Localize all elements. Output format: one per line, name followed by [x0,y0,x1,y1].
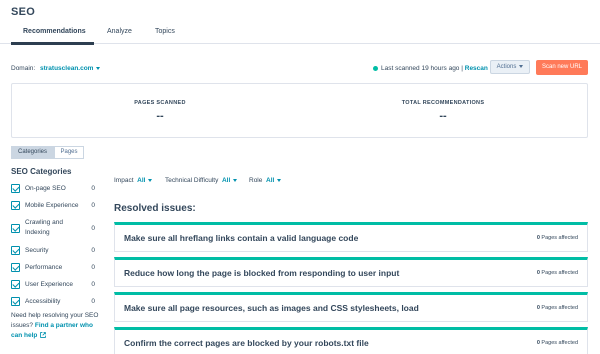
difficulty-value: All [221,177,231,184]
domain-dropdown[interactable]: stratusclean.com [40,65,101,72]
tab-recommendations[interactable]: Recommendations [23,28,86,35]
impact-filter[interactable]: Impact All [114,177,153,184]
categories-heading: SEO Categories [11,167,72,176]
resolved-issues-heading: Resolved issues: [114,203,196,214]
category-label: User Experience [25,281,74,288]
issue-suffix: Pages affected [541,270,578,276]
chevron-down-icon [277,178,282,182]
issue-card[interactable]: Reduce how long the page is blocked from… [114,257,588,287]
checkbox-checked[interactable] [11,201,20,210]
categories-toggle-button[interactable]: Categories [11,146,54,159]
help-text: Need help resolving your SEO issues? Fin… [11,311,103,341]
issue-card[interactable]: Make sure all hreflang links contain a v… [114,222,588,252]
last-scanned-text: Last scanned 19 hours ago [381,65,460,72]
category-count: 0 [91,202,95,209]
category-accessibility[interactable]: Accessibility 0 [11,297,95,307]
category-performance[interactable]: Performance 0 [11,263,95,273]
role-filter[interactable]: Role All [249,177,282,184]
category-label: Crawling and Indexing [25,219,63,236]
external-link-icon [40,332,47,338]
pages-affected: 0 Pages affected [537,235,578,241]
domain-value: stratusclean.com [40,65,94,72]
issue-card[interactable]: Make sure all page resources, such as im… [114,292,588,322]
scan-new-url-button[interactable]: Scan new URL [536,60,588,75]
total-recommendations-value: -- [439,110,447,122]
tab-analyze[interactable]: Analyze [107,28,132,35]
issue-count: 0 [536,305,540,311]
impact-value: All [137,177,146,184]
tab-topics[interactable]: Topics [155,28,175,35]
role-value: All [266,177,275,184]
category-count: 0 [91,247,95,254]
issue-count: 0 [536,340,540,346]
pages-affected: 0 Pages affected [537,270,578,276]
category-user-experience[interactable]: User Experience 0 [11,280,95,290]
checkbox-checked[interactable] [11,184,20,193]
impact-label: Impact [114,177,134,184]
issue-title: Reduce how long the page is blocked from… [124,268,400,278]
domain-label: Domain: [11,65,36,72]
issue-suffix: Pages affected [541,235,578,241]
category-label: Security [25,247,49,254]
category-count: 0 [91,185,95,192]
category-on-page-seo[interactable]: On-page SEO 0 [11,184,95,194]
checkbox-checked[interactable] [11,246,20,255]
checkbox-checked[interactable] [11,297,20,306]
total-recommendations-label: TOTAL RECOMMENDATIONS [401,100,485,106]
chevron-down-icon [96,66,101,70]
category-label: Performance [25,264,63,271]
stats-card: PAGES SCANNED -- TOTAL RECOMMENDATIONS -… [11,83,588,138]
checkbox-checked[interactable] [11,224,20,233]
category-label: Mobile Experience [25,202,79,209]
issue-suffix: Pages affected [541,340,578,346]
pages-toggle-button[interactable]: Pages [54,146,84,159]
chevron-down-icon [148,178,153,182]
difficulty-label: Technical Difficulty [165,177,219,184]
pages-scanned-value: -- [156,110,164,122]
active-tab-indicator [11,42,94,45]
issue-count: 0 [536,270,540,276]
tab-bar: Recommendations Analyze Topics [0,23,600,45]
actions-button[interactable]: Actions [490,60,530,74]
category-count: 0 [91,298,95,305]
pages-scanned-label: PAGES SCANNED [134,100,186,106]
category-label: On-page SEO [25,185,66,192]
scan-status: Last scanned 19 hours ago | Rescan now [381,65,503,72]
technical-difficulty-filter[interactable]: Technical Difficulty All [165,177,238,184]
checkbox-checked[interactable] [11,263,20,272]
category-count: 0 [91,281,95,288]
category-count: 0 [91,225,95,232]
pages-affected: 0 Pages affected [537,305,578,311]
category-security[interactable]: Security 0 [11,246,95,256]
chevron-down-icon [519,64,524,68]
domain-row: Domain: stratusclean.com Last scanned 19… [11,60,588,76]
chevron-down-icon [233,178,238,182]
category-count: 0 [91,264,95,271]
issue-title: Make sure all hreflang links contain a v… [124,233,359,243]
issue-title: Confirm the correct pages are blocked by… [124,338,369,348]
actions-label: Actions [496,64,517,70]
issue-suffix: Pages affected [541,305,578,311]
checkbox-checked[interactable] [11,280,20,289]
role-label: Role [249,177,263,184]
issue-title: Make sure all page resources, such as im… [124,303,419,313]
issue-count: 0 [536,235,540,241]
category-crawling-and-indexing[interactable]: Crawling and Indexing 0 [11,218,95,240]
separator: | [461,65,463,72]
pages-affected: 0 Pages affected [537,340,578,346]
status-dot-icon [373,66,378,71]
category-label: Accessibility [25,298,61,305]
issue-card[interactable]: Confirm the correct pages are blocked by… [114,327,588,354]
page-title: SEO [11,6,36,18]
category-mobile-experience[interactable]: Mobile Experience 0 [11,201,95,211]
